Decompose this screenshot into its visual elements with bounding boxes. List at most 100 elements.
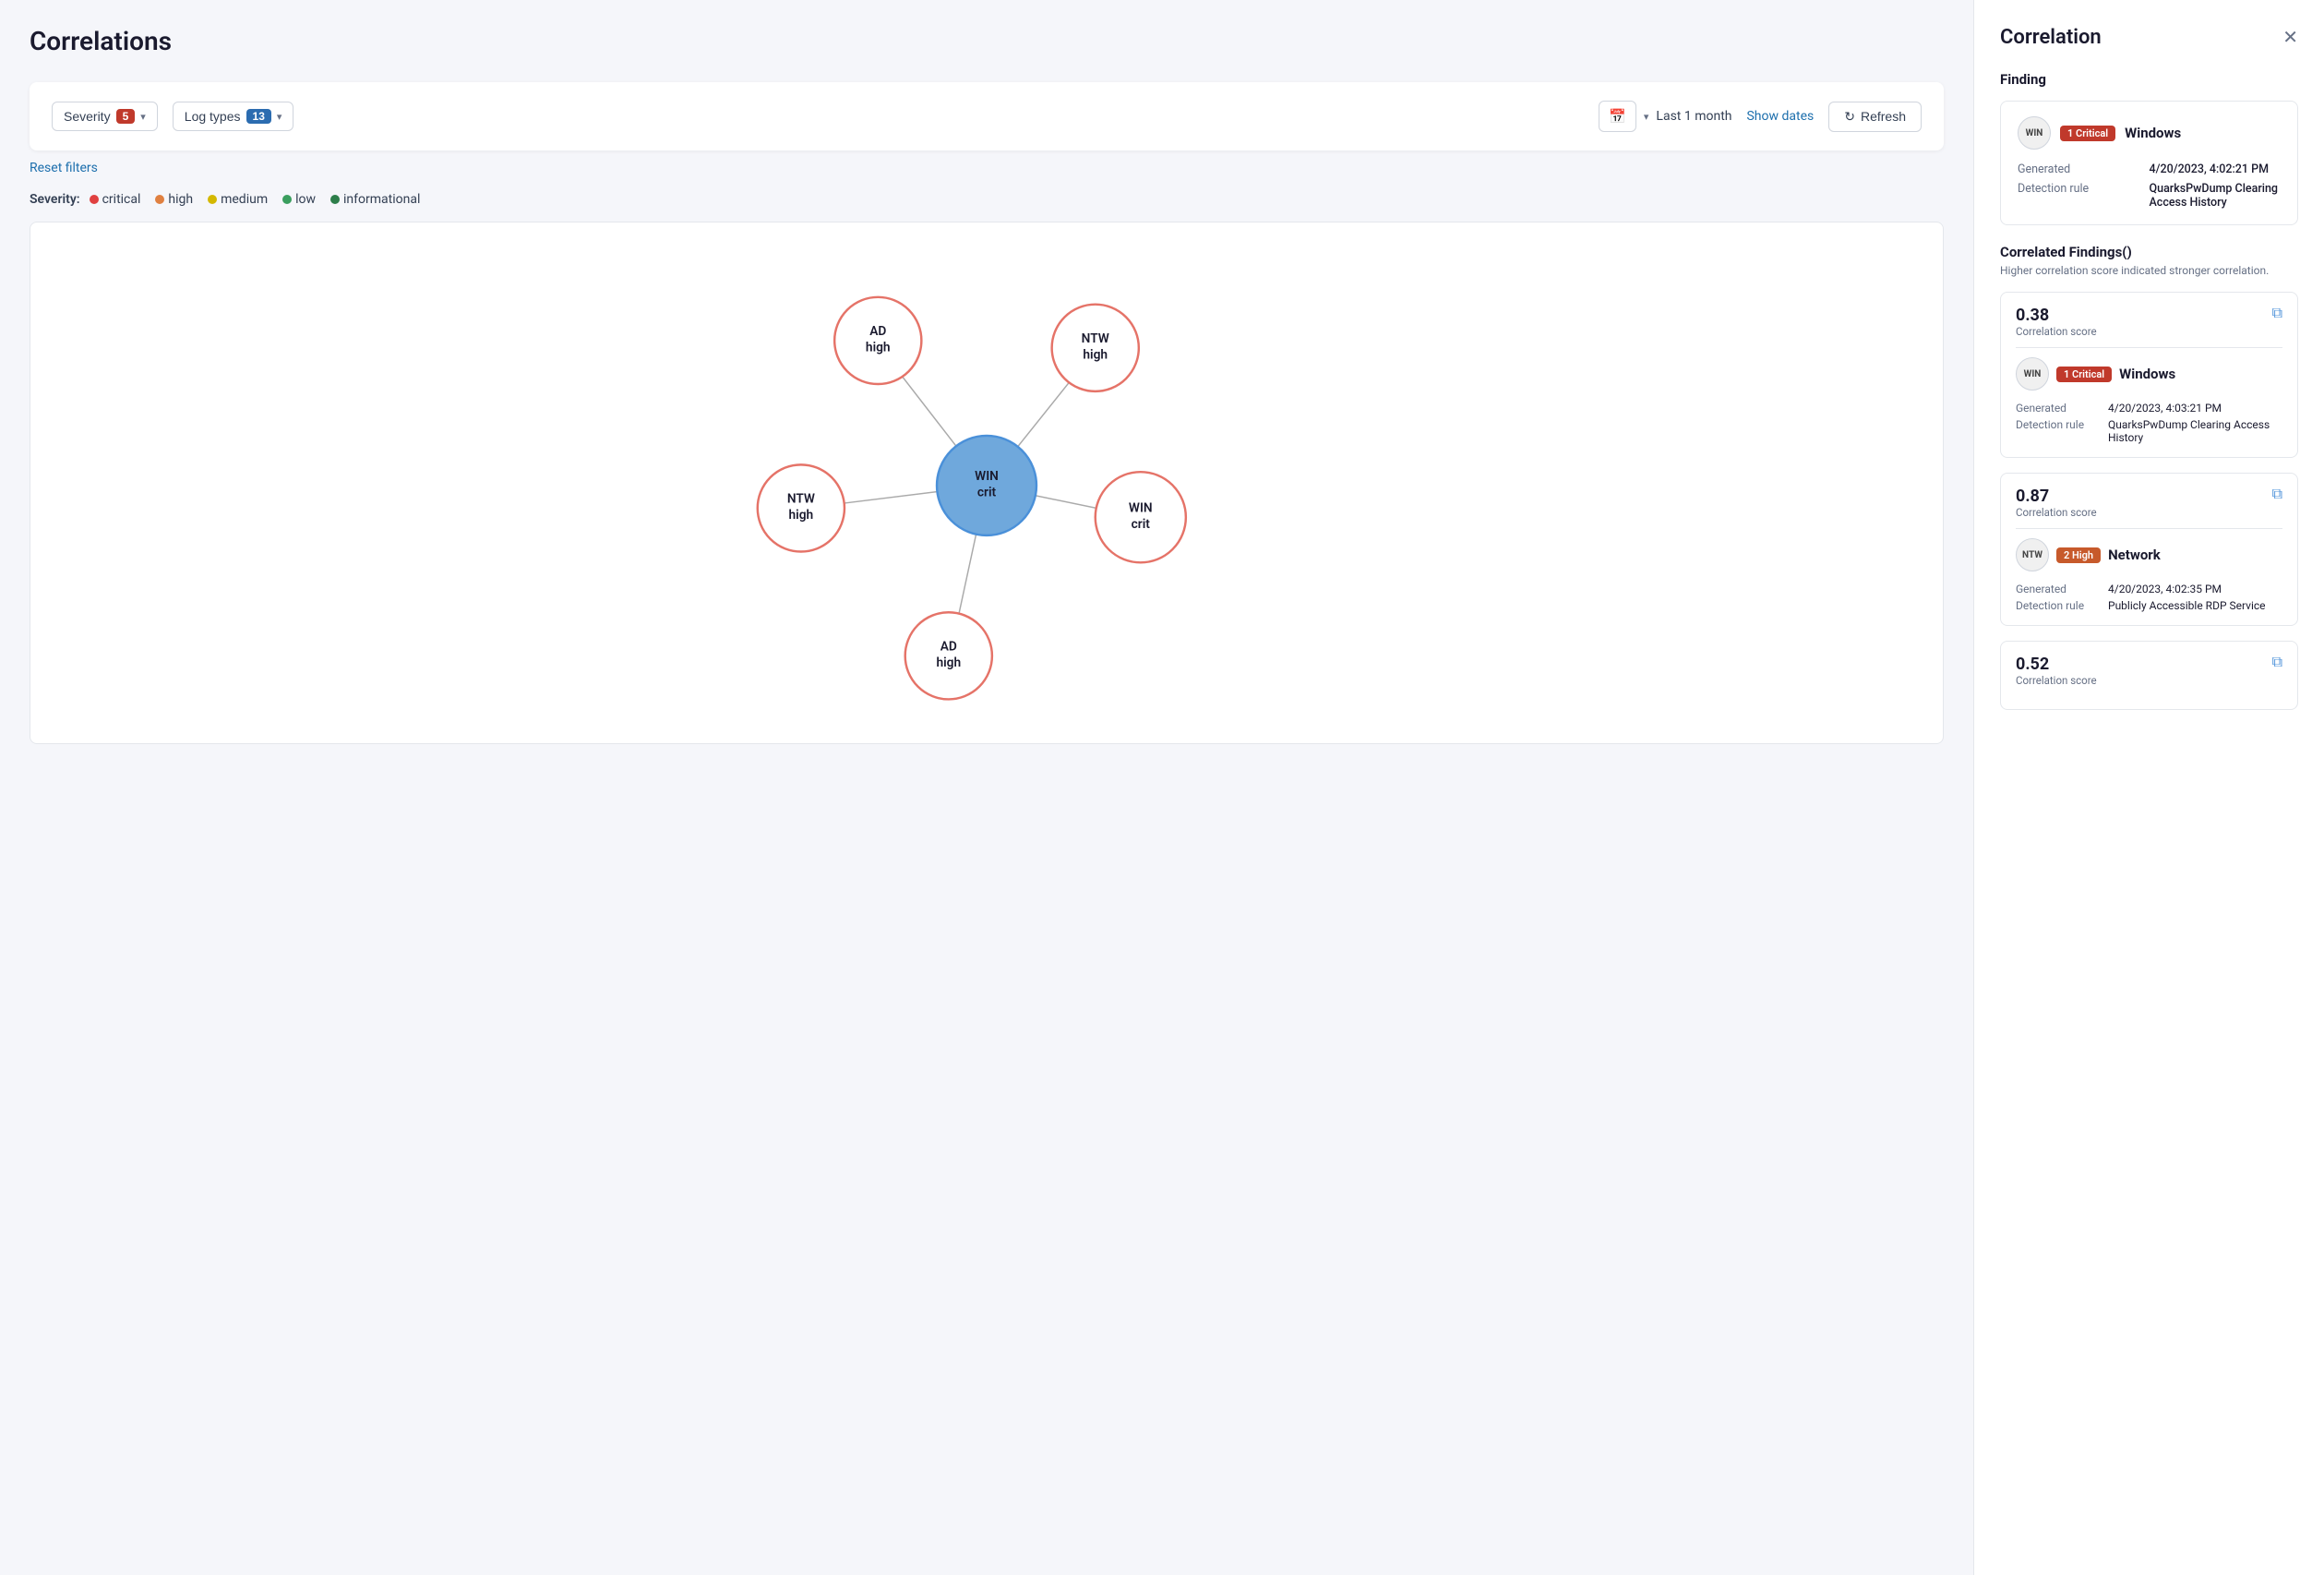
corr-gen-label-1: Generated [2016,402,2108,415]
node-win-crit-label2: crit [977,486,997,500]
severity-badge: 5 [116,109,136,124]
date-chevron-icon: ▾ [1644,111,1649,123]
corr-gen-value-2: 4/20/2023, 4:02:35 PM [2108,583,2282,595]
high-dot [155,195,164,204]
low-label: low [295,192,316,207]
generated-value: 4/20/2023, 4:02:21 PM [2150,162,2282,176]
corr-badge-2: 2 High [2056,547,2101,563]
correlated-card-3: 0.52 Correlation score ⧉ [2000,641,2298,710]
node-ntw-high-left-label1: NTW [787,492,815,507]
finding-header: WIN 1 Critical Windows [2018,116,2281,150]
refresh-label: Refresh [1861,109,1906,124]
severity-label: Severity [64,109,111,124]
severity-high: high [155,192,193,207]
detection-rule-label: Detection rule [2018,182,2150,210]
log-types-chevron-icon: ▾ [277,111,282,123]
refresh-icon: ↻ [1844,109,1855,125]
node-ntw-high-left-label2: high [789,508,814,523]
generated-label: Generated [2018,162,2150,176]
corr-score-value-3: 0.52 [2016,655,2097,674]
corr-avatar-text-1: WIN [2024,369,2042,379]
node-ad-high-bottom-label1: AD [940,639,957,654]
correlation-graph: WIN crit AD high NTW high NTW high WIN c… [49,241,1924,721]
page-title: Correlations [30,26,1944,56]
corr-link-btn-2[interactable]: ⧉ [2272,487,2282,503]
medium-dot [208,195,217,204]
node-ntw-high-topright-label2: high [1083,348,1108,363]
corr-divider-2 [2016,528,2282,529]
corr-avatar-2: NTW [2016,538,2049,571]
severity-low: low [282,192,316,207]
severity-chevron-icon: ▾ [140,111,146,123]
corr-finding-row-2: NTW 2 High Network [2016,538,2282,571]
node-win-crit-right-label2: crit [1132,517,1151,532]
severity-medium: medium [208,192,268,207]
panel-header: Correlation ✕ [2000,26,2298,49]
finding-avatar: WIN [2018,116,2051,150]
corr-divider-1 [2016,347,2282,348]
finding-card: WIN 1 Critical Windows Generated 4/20/20… [2000,101,2298,225]
critical-dot [90,195,99,204]
corr-badge-1: 1 Critical [2056,367,2112,382]
finding-avatar-text: WIN [2026,128,2043,138]
medium-label: medium [221,192,268,207]
informational-dot [330,195,340,204]
severity-critical: critical [90,192,141,207]
corr-rule-value-2: Publicly Accessible RDP Service [2108,599,2282,612]
corr-gen-value-1: 4/20/2023, 4:03:21 PM [2108,402,2282,415]
corr-score-value-2: 0.87 [2016,487,2097,506]
corr-score-label-3: Correlation score [2016,674,2097,687]
close-button[interactable]: ✕ [2282,29,2298,47]
finding-badge: 1 Critical [2060,126,2115,141]
high-label: high [168,192,193,207]
node-win-crit-right-label1: WIN [1129,500,1153,515]
filter-bar: Severity 5 ▾ Log types 13 ▾ 📅 ▾ Last 1 m… [30,82,1944,150]
show-dates-link[interactable]: Show dates [1746,109,1814,124]
node-ad-high-topleft-label1: AD [869,324,886,339]
corr-meta-2: Generated 4/20/2023, 4:02:35 PM Detectio… [2016,583,2282,612]
reset-filters-link[interactable]: Reset filters [30,161,98,175]
finding-section-title: Finding [2000,71,2298,88]
corr-rule-value-1: QuarksPwDump Clearing Access History [2108,418,2282,444]
graph-container[interactable]: WIN crit AD high NTW high NTW high WIN c… [30,222,1944,744]
corr-link-btn-3[interactable]: ⧉ [2272,655,2282,671]
date-filter-group: 📅 ▾ Last 1 month [1599,101,1731,132]
finding-meta: Generated 4/20/2023, 4:02:21 PM Detectio… [2018,162,2281,210]
node-win-crit-label1: WIN [975,469,999,484]
corr-score-block-1: 0.38 Correlation score [2016,306,2097,338]
corr-avatar-1: WIN [2016,357,2049,391]
corr-score-row-2: 0.87 Correlation score ⧉ [2016,487,2282,519]
corr-score-label-1: Correlation score [2016,325,2097,338]
correlated-card-1: 0.38 Correlation score ⧉ WIN 1 Critical … [2000,292,2298,458]
severity-legend-label: Severity: [30,192,80,207]
correlated-card-2: 0.87 Correlation score ⧉ NTW 2 High Netw… [2000,473,2298,626]
node-ad-high-topleft-label2: high [866,341,891,355]
corr-gen-label-2: Generated [2016,583,2108,595]
correlated-subtitle: Higher correlation score indicated stron… [2000,264,2298,277]
informational-label: informational [343,192,420,207]
severity-filter-button[interactable]: Severity 5 ▾ [52,102,158,131]
low-dot [282,195,292,204]
corr-score-row-3: 0.52 Correlation score ⧉ [2016,655,2282,687]
corr-score-row-1: 0.38 Correlation score ⧉ [2016,306,2282,338]
critical-label: critical [102,192,141,207]
corr-finding-row-1: WIN 1 Critical Windows [2016,357,2282,391]
corr-link-btn-1[interactable]: ⧉ [2272,306,2282,322]
corr-score-label-2: Correlation score [2016,506,2097,519]
log-types-filter-button[interactable]: Log types 13 ▾ [173,102,294,131]
node-ad-high-bottom-label2: high [936,655,961,670]
corr-avatar-text-2: NTW [2022,550,2042,560]
severity-informational: informational [330,192,420,207]
detection-rule-value: QuarksPwDump Clearing Access History [2150,182,2282,210]
corr-score-value-1: 0.38 [2016,306,2097,325]
log-types-label: Log types [185,109,241,124]
calendar-icon[interactable]: 📅 [1599,101,1636,132]
corr-name-1: Windows [2119,366,2175,382]
finding-name: Windows [2125,125,2181,141]
log-types-badge: 13 [246,109,271,124]
right-panel: Correlation ✕ Finding WIN 1 Critical Win… [1973,0,2324,1575]
refresh-button[interactable]: ↻ Refresh [1828,102,1922,132]
panel-title: Correlation [2000,26,2102,49]
main-panel: Correlations Severity 5 ▾ Log types 13 ▾… [0,0,1973,1575]
corr-rule-label-1: Detection rule [2016,418,2108,444]
